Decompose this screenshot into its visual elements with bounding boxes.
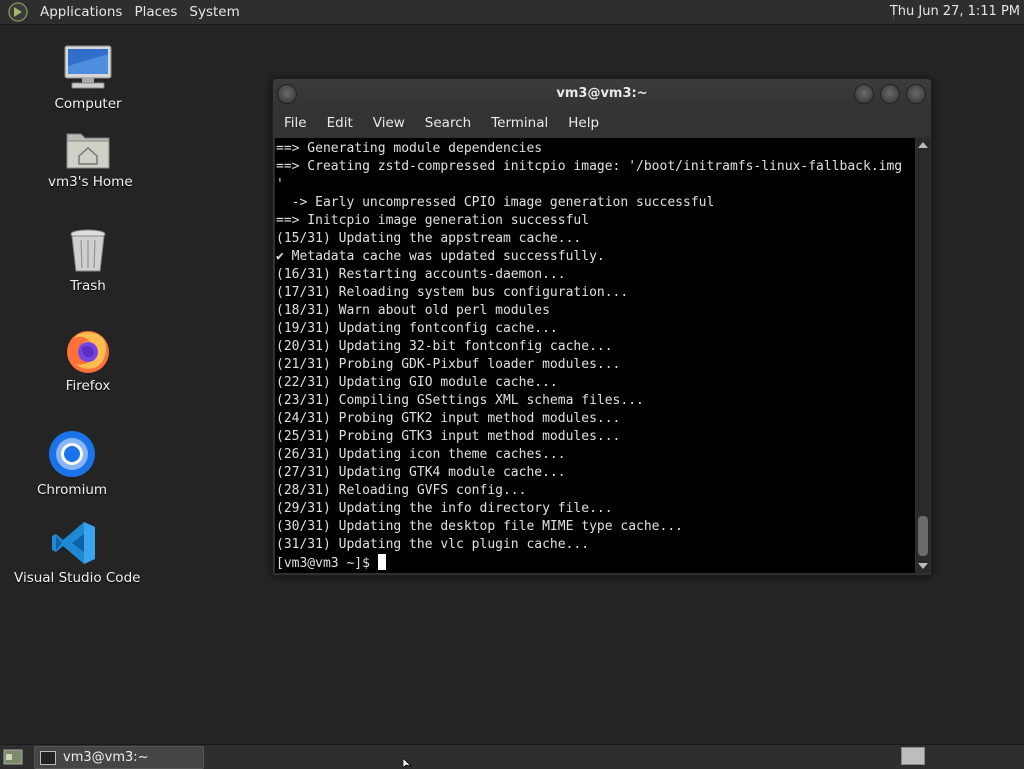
top-panel: Applications Places System Thu Jun 27, 1… (0, 0, 1024, 25)
chromium-icon (49, 431, 95, 477)
terminal-line: (26/31) Updating icon theme caches... (276, 447, 566, 462)
terminal-line: ✔ Metadata cache was updated successfull… (276, 249, 605, 264)
terminal-line: (30/31) Updating the desktop file MIME t… (276, 519, 683, 534)
terminal-line: (20/31) Updating 32-bit fontconfig cache… (276, 339, 613, 354)
home-folder-icon (66, 133, 110, 169)
desktop-icon-label: Firefox (65, 378, 111, 394)
terminal-line: ==> Creating zstd-compressed initcpio im… (276, 159, 903, 174)
close-button[interactable] (906, 84, 926, 104)
terminal-line: (22/31) Updating GIO module cache... (276, 375, 558, 390)
terminal-line: ==> Initcpio image generation successful (276, 213, 590, 228)
scroll-up-icon[interactable] (918, 142, 928, 148)
terminal-line: (27/31) Updating GTK4 module cache... (276, 465, 566, 480)
computer-icon (64, 45, 112, 89)
desktop-icon-computer[interactable]: Computer (48, 44, 128, 112)
applications-menu[interactable]: Applications (34, 0, 128, 24)
terminal-line: ==> Generating module dependencies (276, 141, 543, 156)
terminal-line: (24/31) Probing GTK2 input method module… (276, 411, 621, 426)
terminal-line: (29/31) Updating the info directory file… (276, 501, 613, 516)
terminal-scrollbar[interactable] (916, 138, 930, 573)
window-titlebar[interactable]: vm3@vm3:~ (273, 79, 931, 109)
window-title: vm3@vm3:~ (556, 86, 648, 101)
menu-edit[interactable]: Edit (317, 115, 363, 131)
terminal-window[interactable]: vm3@vm3:~ File Edit View Search Terminal… (272, 78, 932, 576)
desktop-icon-trash[interactable]: Trash (48, 228, 128, 294)
terminal-line: (19/31) Updating fontconfig cache... (276, 321, 558, 336)
terminal-line: (15/31) Updating the appstream cache... (276, 231, 582, 246)
mate-logo-icon[interactable] (8, 2, 28, 22)
places-menu[interactable]: Places (128, 0, 183, 24)
desktop-icon-label: Computer (54, 96, 122, 112)
desktop-icon-vscode[interactable]: Visual Studio Code (14, 520, 141, 586)
terminal-line: (23/31) Compiling GSettings XML schema f… (276, 393, 644, 408)
firefox-icon (67, 331, 109, 373)
vscode-icon (52, 522, 95, 564)
terminal-line: (31/31) Updating the vlc plugin cache... (276, 537, 590, 552)
desktop-icon-label: Chromium (36, 482, 108, 498)
scroll-down-icon[interactable] (918, 563, 928, 569)
desktop-icon-label: vm3's Home (48, 174, 133, 190)
show-desktop-icon[interactable] (3, 748, 23, 766)
menu-terminal[interactable]: Terminal (481, 115, 558, 131)
taskbar-button-terminal[interactable]: vm3@vm3:~ (34, 746, 204, 769)
mouse-pointer-icon (403, 758, 413, 768)
terminal-line: (16/31) Restarting accounts-daemon... (276, 267, 566, 282)
terminal-menubar: File Edit View Search Terminal Help (273, 109, 931, 137)
desktop-icon-chromium[interactable]: Chromium (32, 430, 112, 498)
terminal-text: ==> Generating module dependencies ==> C… (275, 138, 915, 573)
workspace-switcher[interactable] (901, 747, 925, 765)
terminal-line: (21/31) Probing GDK-Pixbuf loader module… (276, 357, 621, 372)
terminal-output[interactable]: ==> Generating module dependencies ==> C… (275, 138, 915, 573)
trash-icon (70, 229, 106, 272)
terminal-prompt: [vm3@vm3 ~]$ (276, 556, 378, 571)
terminal-line: (25/31) Probing GTK3 input method module… (276, 429, 621, 444)
terminal-line: -> Early uncompressed CPIO image generat… (291, 195, 715, 210)
terminal-cursor (377, 554, 386, 570)
bottom-panel: vm3@vm3:~ (0, 744, 1024, 769)
terminal-line: (18/31) Warn about old perl modules (276, 303, 550, 318)
scroll-thumb[interactable] (918, 516, 928, 556)
maximize-button[interactable] (880, 84, 900, 104)
minimize-button[interactable] (854, 84, 874, 104)
desktop-icon-label: Visual Studio Code (14, 570, 141, 586)
terminal-line: (28/31) Reloading GVFS config... (276, 483, 527, 498)
system-menu[interactable]: System (183, 0, 245, 24)
desktop-icon-firefox[interactable]: Firefox (48, 326, 128, 394)
terminal-icon (40, 751, 56, 765)
terminal-line: (17/31) Reloading system bus configurati… (276, 285, 629, 300)
menu-file[interactable]: File (273, 115, 317, 131)
desktop-icon-home[interactable]: vm3's Home (48, 128, 133, 190)
desktop-icon-label: Trash (70, 278, 106, 294)
menu-help[interactable]: Help (558, 115, 609, 131)
terminal-line: ' (276, 177, 284, 192)
clock[interactable]: Thu Jun 27, 1:11 PM (890, 0, 1020, 24)
menu-search[interactable]: Search (415, 115, 481, 131)
taskbar-button-label: vm3@vm3:~ (63, 750, 149, 765)
menu-view[interactable]: View (363, 115, 415, 131)
